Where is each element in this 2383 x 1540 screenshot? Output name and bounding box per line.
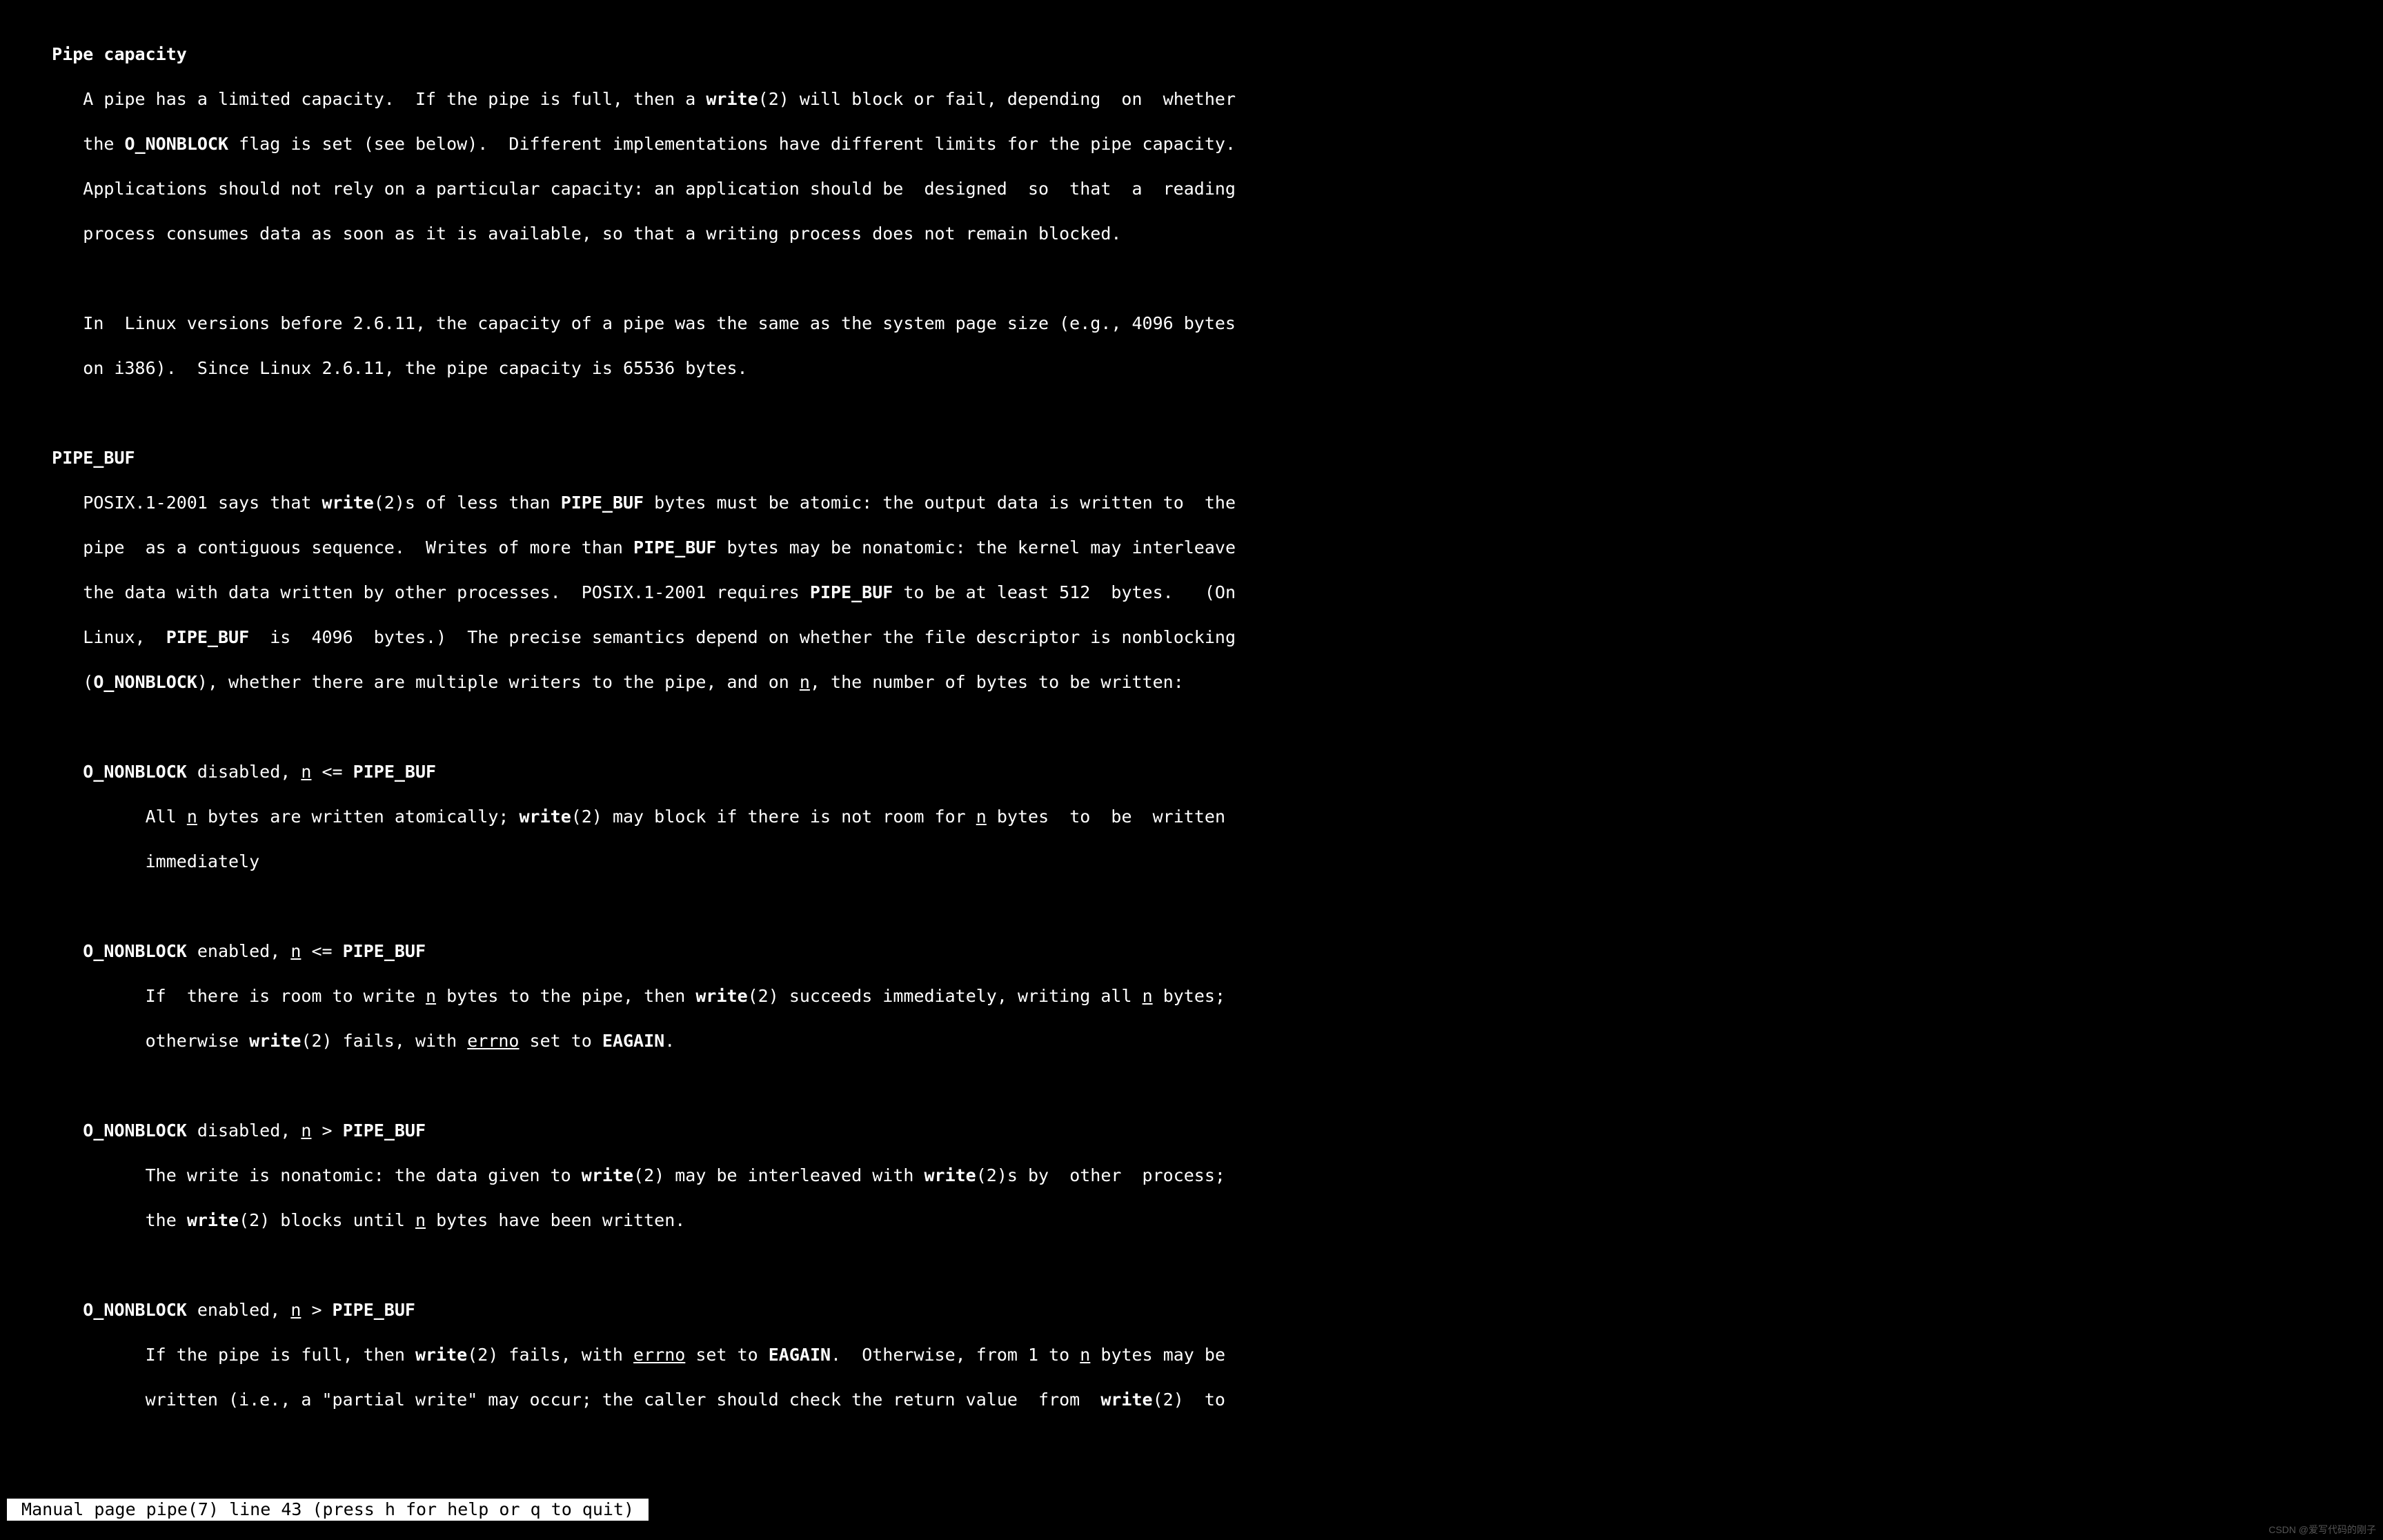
paragraph-line: POSIX.1-2001 says that write(2)s of less… xyxy=(21,492,2362,515)
case-body-line: otherwise write(2) fails, with errno set… xyxy=(21,1030,2362,1053)
paragraph-line: Linux, PIPE_BUF is 4096 bytes.) The prec… xyxy=(21,626,2362,649)
case-heading: O_NONBLOCK enabled, n > PIPE_BUF xyxy=(21,1299,2362,1322)
paragraph-line: on i386). Since Linux 2.6.11, the pipe c… xyxy=(21,357,2362,380)
case-heading: O_NONBLOCK enabled, n <= PIPE_BUF xyxy=(21,940,2362,963)
case-body-line: If there is room to write n bytes to the… xyxy=(21,985,2362,1008)
paragraph-line: the O_NONBLOCK flag is set (see below). … xyxy=(21,133,2362,156)
case-body-line: The write is nonatomic: the data given t… xyxy=(21,1165,2362,1187)
paragraph-line: (O_NONBLOCK), whether there are multiple… xyxy=(21,671,2362,694)
paragraph-line: In Linux versions before 2.6.11, the cap… xyxy=(21,313,2362,335)
section-title-pipe-buf: PIPE_BUF xyxy=(21,447,2362,470)
case-body-line: written (i.e., a "partial write" may occ… xyxy=(21,1389,2362,1412)
paragraph-line: pipe as a contiguous sequence. Writes of… xyxy=(21,537,2362,560)
paragraph-line: Applications should not rely on a partic… xyxy=(21,178,2362,201)
paragraph-line: process consumes data as soon as it is a… xyxy=(21,223,2362,246)
case-body-line: immediately xyxy=(21,851,2362,873)
case-heading: O_NONBLOCK disabled, n > PIPE_BUF xyxy=(21,1120,2362,1143)
paragraph-line: the data with data written by other proc… xyxy=(21,582,2362,604)
watermark-text: CSDN @爱写代码的刚子 xyxy=(2268,1523,2376,1536)
case-body-line: All n bytes are written atomically; writ… xyxy=(21,806,2362,829)
case-heading: O_NONBLOCK disabled, n <= PIPE_BUF xyxy=(21,761,2362,784)
case-body-line: If the pipe is full, then write(2) fails… xyxy=(21,1344,2362,1367)
section-title-pipe-capacity: Pipe capacity xyxy=(21,43,2362,66)
manpage-content: Pipe capacity A pipe has a limited capac… xyxy=(0,0,2383,1434)
pager-status-bar[interactable]: Manual page pipe(7) line 43 (press h for… xyxy=(7,1499,649,1521)
case-body-line: the write(2) blocks until n bytes have b… xyxy=(21,1210,2362,1232)
paragraph-line: A pipe has a limited capacity. If the pi… xyxy=(21,88,2362,111)
